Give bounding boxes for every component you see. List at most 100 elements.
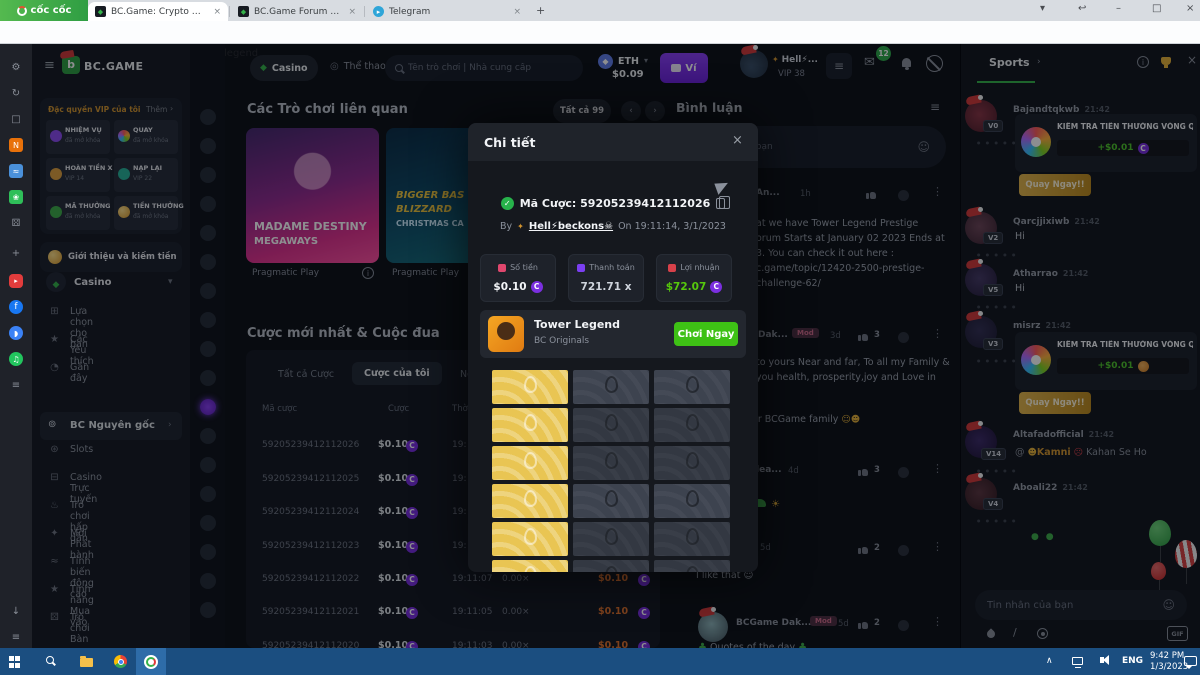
sidebar-hamburger-icon[interactable]: ≡ [44, 58, 55, 73]
file-explorer-icon[interactable] [80, 658, 93, 667]
comment-author[interactable]: An... [756, 188, 780, 198]
sidebar-item-bc-originals[interactable]: ⊚ BC Nguyên gốc › [40, 412, 182, 440]
gif-button[interactable]: GIF [1167, 626, 1188, 641]
game-icon[interactable] [200, 109, 216, 125]
game-icon[interactable] [200, 370, 216, 386]
game-icon[interactable] [200, 573, 216, 589]
game-icon[interactable] [200, 515, 216, 531]
share-arrow-icon[interactable] [714, 179, 730, 195]
like-icon[interactable] [858, 620, 868, 629]
carousel-prev-button[interactable]: ‹ [621, 101, 641, 121]
chat-input[interactable]: ☺ [975, 590, 1187, 620]
chat-username[interactable]: misrz21:42 [1013, 321, 1071, 331]
more-menu-icon[interactable]: ≡ [9, 630, 23, 644]
tab-bcgame[interactable]: ◆ BC.Game: Crypto Casino Gam × [88, 2, 228, 21]
tab-telegram[interactable]: ▸ Telegram × [366, 2, 528, 21]
clock-time[interactable]: 9:42 PM [1150, 651, 1184, 661]
tray-chevron-up-icon[interactable]: ∧ [1046, 656, 1053, 666]
game-icon[interactable] [200, 225, 216, 241]
stocks-icon[interactable]: ≈ [9, 164, 23, 178]
tab-close-icon[interactable]: × [213, 7, 221, 17]
referral-row[interactable]: Giới thiệu và kiếm tiền [40, 242, 182, 272]
target-icon[interactable] [1037, 628, 1048, 639]
modal-close-icon[interactable]: × [732, 133, 743, 148]
list-icon[interactable]: ≡ [9, 378, 23, 392]
comment-author[interactable]: lea... [756, 465, 782, 475]
tab-my-bets[interactable]: Cược của tôi [352, 362, 442, 385]
game-icon[interactable] [200, 167, 216, 183]
tab-casino[interactable]: ◆Casino [250, 55, 318, 81]
chat-username[interactable]: Atharrao21:42 [1013, 269, 1088, 279]
filter-all-chip[interactable]: Tất cả 99 [553, 99, 611, 123]
tab-close-icon[interactable]: × [348, 7, 356, 17]
history-icon[interactable]: ↻ [9, 86, 23, 100]
chat-username[interactable]: Altafadofficial21:42 [1013, 430, 1114, 440]
settings-gear-icon[interactable]: ⚙ [9, 60, 23, 74]
language-indicator[interactable]: ENG [1122, 656, 1143, 666]
game-icon[interactable] [200, 283, 216, 299]
download-manager-icon[interactable]: ↓ [9, 604, 23, 618]
chevron-down-icon[interactable]: ▾ [644, 56, 648, 65]
spin-now-button[interactable]: Quay Ngay!! [1019, 174, 1091, 196]
network-icon[interactable] [1072, 657, 1083, 665]
clock-date[interactable]: 1/3/2023 [1150, 662, 1188, 672]
smiley-icon[interactable]: ☺ [1162, 598, 1175, 612]
chevron-down-icon[interactable]: ▾ [168, 277, 173, 287]
speaker-icon[interactable] [1100, 657, 1104, 663]
like-icon[interactable] [858, 545, 868, 554]
bet-username[interactable]: Hell⚡beckons☠ [529, 221, 613, 232]
new-tab-button[interactable]: + [536, 4, 545, 17]
like-icon[interactable] [858, 467, 868, 476]
bcgame-logo-text[interactable]: BC.GAME [84, 60, 143, 73]
more-icon[interactable]: ⋮ [932, 327, 943, 340]
vip-panel-more[interactable]: Thêm [146, 105, 167, 114]
taskbar-search-icon[interactable] [46, 656, 54, 664]
youtube-icon[interactable]: ▸ [9, 274, 23, 288]
tab-forum[interactable]: ◆ BC.Game Forum - A Cryptoc × [231, 2, 363, 21]
sidebar-item-casino[interactable]: Casino [74, 277, 111, 288]
chrome-icon[interactable] [114, 655, 127, 668]
game-icon[interactable] [200, 457, 216, 473]
window-maximize-button[interactable]: □ [1152, 3, 1161, 14]
play-now-button[interactable]: Chơi Ngay [674, 322, 738, 346]
game-name[interactable]: Tower Legend [534, 318, 620, 331]
rain-drop-icon[interactable] [985, 628, 996, 639]
copy-icon[interactable] [716, 198, 725, 209]
vip-tile-rakeback[interactable]: HOÀN TIỀN XVIP 14 [46, 158, 110, 192]
add-shortcut-icon[interactable]: + [9, 246, 23, 260]
bcgame-logo-icon[interactable]: b [62, 56, 80, 74]
vip-tile-reload[interactable]: NẠP LẠIVIP 22 [114, 158, 178, 192]
tower-legend-thumbnail[interactable] [488, 316, 524, 352]
notification-center-icon[interactable] [1184, 656, 1197, 666]
smiley-icon[interactable]: ☺ [917, 140, 930, 154]
vip-tile-bonus[interactable]: TIỀN THƯỞNGđã mở khóa [114, 196, 178, 230]
chat-username[interactable]: Aboali2221:42 [1013, 483, 1088, 493]
game-icon[interactable] [200, 602, 216, 618]
reply-icon[interactable] [898, 332, 909, 343]
game-icon[interactable] [200, 428, 216, 444]
spin-bonus-card[interactable]: KIẾM TRA TIỀN THƯỞNG VÒNG QU +$0.01 [1015, 114, 1197, 172]
chat-room-tab[interactable]: Sports [989, 56, 1030, 69]
reply-icon[interactable] [898, 190, 909, 201]
more-icon[interactable]: ⋮ [932, 615, 943, 628]
comment-avatar[interactable] [698, 612, 728, 642]
facebook-icon[interactable]: f [9, 300, 23, 314]
games-icon[interactable]: ⚄ [9, 216, 23, 230]
coccoc-taskbar-icon[interactable] [144, 655, 158, 669]
chevron-right-icon[interactable]: › [1037, 57, 1041, 67]
reply-icon[interactable] [898, 467, 909, 478]
tab-all-bets[interactable]: Tất cả Cược [278, 369, 334, 380]
comment-author[interactable]: BCGame Dak... [736, 618, 811, 628]
tab-close-icon[interactable]: × [513, 7, 521, 17]
spin-now-button[interactable]: Quay Ngay!! [1019, 392, 1091, 414]
reopen-tab-icon[interactable]: ↩ [1078, 3, 1086, 14]
game-icon[interactable] [200, 254, 216, 270]
game-icon[interactable] [200, 196, 216, 212]
window-minimize-button[interactable]: – [1116, 3, 1121, 14]
like-icon[interactable] [866, 190, 876, 199]
search-input[interactable] [408, 63, 573, 73]
window-close-button[interactable]: × [1186, 3, 1194, 14]
messenger-icon[interactable]: ◗ [9, 326, 23, 340]
more-icon[interactable]: ⋮ [932, 185, 943, 198]
music-app-icon[interactable]: ♫ [9, 352, 23, 366]
